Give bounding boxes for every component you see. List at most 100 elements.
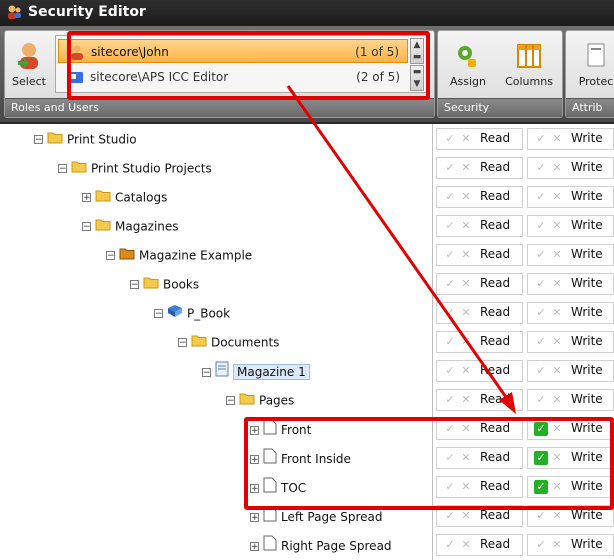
allow-check-icon[interactable]: ✓: [534, 161, 548, 175]
tree-row[interactable]: − Documents ✓ ✕ Read ✓ ✕ Write: [0, 328, 614, 357]
write-permission[interactable]: ✓ ✕ Write: [527, 157, 614, 179]
read-permission[interactable]: ✓ ✕ Read: [436, 128, 523, 150]
collapse-icon[interactable]: −: [178, 338, 187, 348]
allow-check-icon[interactable]: ✓: [534, 538, 548, 552]
allow-check-icon[interactable]: ✓: [534, 509, 548, 523]
deny-cross-icon[interactable]: ✕: [459, 364, 473, 378]
read-permission[interactable]: ✓ ✕ Read: [436, 360, 523, 382]
tree-row[interactable]: − Magazine Example ✓ ✕ Read ✓ ✕ Write: [0, 241, 614, 270]
tree-row[interactable]: + Right Page Spread ✓ ✕ Read ✓ ✕ Write: [0, 531, 614, 560]
write-permission[interactable]: ✓ ✕ Write: [527, 244, 614, 266]
collapse-icon[interactable]: −: [154, 309, 163, 319]
allow-check-icon[interactable]: ✓: [443, 538, 457, 552]
allow-check-icon[interactable]: ✓: [443, 277, 457, 291]
deny-cross-icon[interactable]: ✕: [459, 306, 473, 320]
expand-icon[interactable]: +: [250, 512, 259, 522]
deny-cross-icon[interactable]: ✕: [550, 161, 564, 175]
tree-item[interactable]: − Magazines: [82, 216, 179, 236]
tree-item[interactable]: − Books: [130, 274, 199, 294]
deny-cross-icon[interactable]: ✕: [550, 538, 564, 552]
allow-check-icon[interactable]: ✓: [443, 248, 457, 262]
expand-icon[interactable]: +: [250, 541, 259, 551]
allow-check-icon[interactable]: ✓: [443, 364, 457, 378]
protect-button[interactable]: Protec: [568, 37, 614, 97]
write-permission[interactable]: ✓ ✕ Write: [527, 389, 614, 411]
tree-row[interactable]: − Pages ✓ ✕ Read ✓ ✕ Write: [0, 386, 614, 415]
deny-cross-icon[interactable]: ✕: [459, 335, 473, 349]
tree-item[interactable]: + Right Page Spread: [250, 535, 392, 555]
deny-cross-icon[interactable]: ✕: [459, 393, 473, 407]
tree-row[interactable]: − Books ✓ ✕ Read ✓ ✕ Write: [0, 270, 614, 299]
read-permission[interactable]: ✓ ✕ Read: [436, 331, 523, 353]
write-permission[interactable]: ✓ ✕ Write: [527, 302, 614, 324]
allow-check-icon[interactable]: ✓: [534, 132, 548, 146]
collapse-icon[interactable]: −: [226, 396, 235, 406]
read-permission[interactable]: ✓ ✕ Read: [436, 273, 523, 295]
deny-cross-icon[interactable]: ✕: [459, 190, 473, 204]
deny-cross-icon[interactable]: ✕: [459, 161, 473, 175]
allow-check-icon[interactable]: ✓: [534, 306, 548, 320]
deny-cross-icon[interactable]: ✕: [550, 306, 564, 320]
allow-check-icon[interactable]: ✓: [443, 132, 457, 146]
read-permission[interactable]: ✓ ✕ Read: [436, 215, 523, 237]
collapse-icon[interactable]: −: [106, 251, 115, 261]
allow-check-icon[interactable]: ✓: [534, 364, 548, 378]
tree-item[interactable]: − Documents: [178, 332, 279, 352]
allow-check-icon[interactable]: ✓: [534, 277, 548, 291]
deny-cross-icon[interactable]: ✕: [550, 335, 564, 349]
tree-row[interactable]: − P_Book ✓ ✕ Read ✓ ✕ Write: [0, 299, 614, 328]
write-permission[interactable]: ✓ ✕ Write: [527, 331, 614, 353]
select-button[interactable]: Select: [9, 37, 49, 97]
allow-check-icon[interactable]: ✓: [534, 393, 548, 407]
tree-row[interactable]: − Magazine 1 ✓ ✕ Read ✓ ✕ Write: [0, 357, 614, 386]
collapse-icon[interactable]: −: [58, 164, 67, 174]
allow-check-icon[interactable]: ✓: [534, 190, 548, 204]
allow-check-icon[interactable]: ✓: [534, 335, 548, 349]
collapse-icon[interactable]: −: [202, 367, 211, 377]
tree-item[interactable]: − Print Studio: [34, 129, 137, 149]
collapse-icon[interactable]: −: [130, 280, 139, 290]
tree-item[interactable]: − Magazine 1: [202, 361, 310, 381]
write-permission[interactable]: ✓ ✕ Write: [527, 360, 614, 382]
deny-cross-icon[interactable]: ✕: [550, 277, 564, 291]
allow-check-icon[interactable]: ✓: [443, 335, 457, 349]
write-permission[interactable]: ✓ ✕ Write: [527, 273, 614, 295]
tree-row[interactable]: − Print Studio ✓ ✕ Read ✓ ✕ Write: [0, 125, 614, 154]
deny-cross-icon[interactable]: ✕: [459, 509, 473, 523]
tree-item[interactable]: − Pages: [226, 390, 294, 410]
deny-cross-icon[interactable]: ✕: [550, 248, 564, 262]
deny-cross-icon[interactable]: ✕: [459, 538, 473, 552]
allow-check-icon[interactable]: ✓: [443, 219, 457, 233]
deny-cross-icon[interactable]: ✕: [459, 219, 473, 233]
deny-cross-icon[interactable]: ✕: [550, 509, 564, 523]
write-permission[interactable]: ✓ ✕ Write: [527, 128, 614, 150]
deny-cross-icon[interactable]: ✕: [459, 132, 473, 146]
write-permission[interactable]: ✓ ✕ Write: [527, 534, 614, 556]
deny-cross-icon[interactable]: ✕: [550, 393, 564, 407]
deny-cross-icon[interactable]: ✕: [550, 190, 564, 204]
read-permission[interactable]: ✓ ✕ Read: [436, 389, 523, 411]
deny-cross-icon[interactable]: ✕: [459, 277, 473, 291]
deny-cross-icon[interactable]: ✕: [550, 364, 564, 378]
read-permission[interactable]: ✓ ✕ Read: [436, 244, 523, 266]
write-permission[interactable]: ✓ ✕ Write: [527, 186, 614, 208]
tree-item[interactable]: − Print Studio Projects: [58, 158, 212, 178]
tree-row[interactable]: + Catalogs ✓ ✕ Read ✓ ✕ Write: [0, 183, 614, 212]
deny-cross-icon[interactable]: ✕: [550, 219, 564, 233]
allow-check-icon[interactable]: ✓: [534, 219, 548, 233]
tree-item[interactable]: − Magazine Example: [106, 245, 252, 265]
tree-item[interactable]: + Catalogs: [82, 187, 167, 207]
allow-check-icon[interactable]: ✓: [443, 306, 457, 320]
tree-item[interactable]: − P_Book: [154, 303, 230, 323]
read-permission[interactable]: ✓ ✕ Read: [436, 186, 523, 208]
allow-check-icon[interactable]: ✓: [443, 190, 457, 204]
columns-button[interactable]: Columns: [498, 37, 560, 97]
read-permission[interactable]: ✓ ✕ Read: [436, 302, 523, 324]
tree-row[interactable]: − Magazines ✓ ✕ Read ✓ ✕ Write: [0, 212, 614, 241]
allow-check-icon[interactable]: ✓: [443, 161, 457, 175]
allow-check-icon[interactable]: ✓: [443, 393, 457, 407]
read-permission[interactable]: ✓ ✕ Read: [436, 534, 523, 556]
allow-check-icon[interactable]: ✓: [443, 509, 457, 523]
deny-cross-icon[interactable]: ✕: [459, 248, 473, 262]
collapse-icon[interactable]: −: [34, 135, 43, 145]
